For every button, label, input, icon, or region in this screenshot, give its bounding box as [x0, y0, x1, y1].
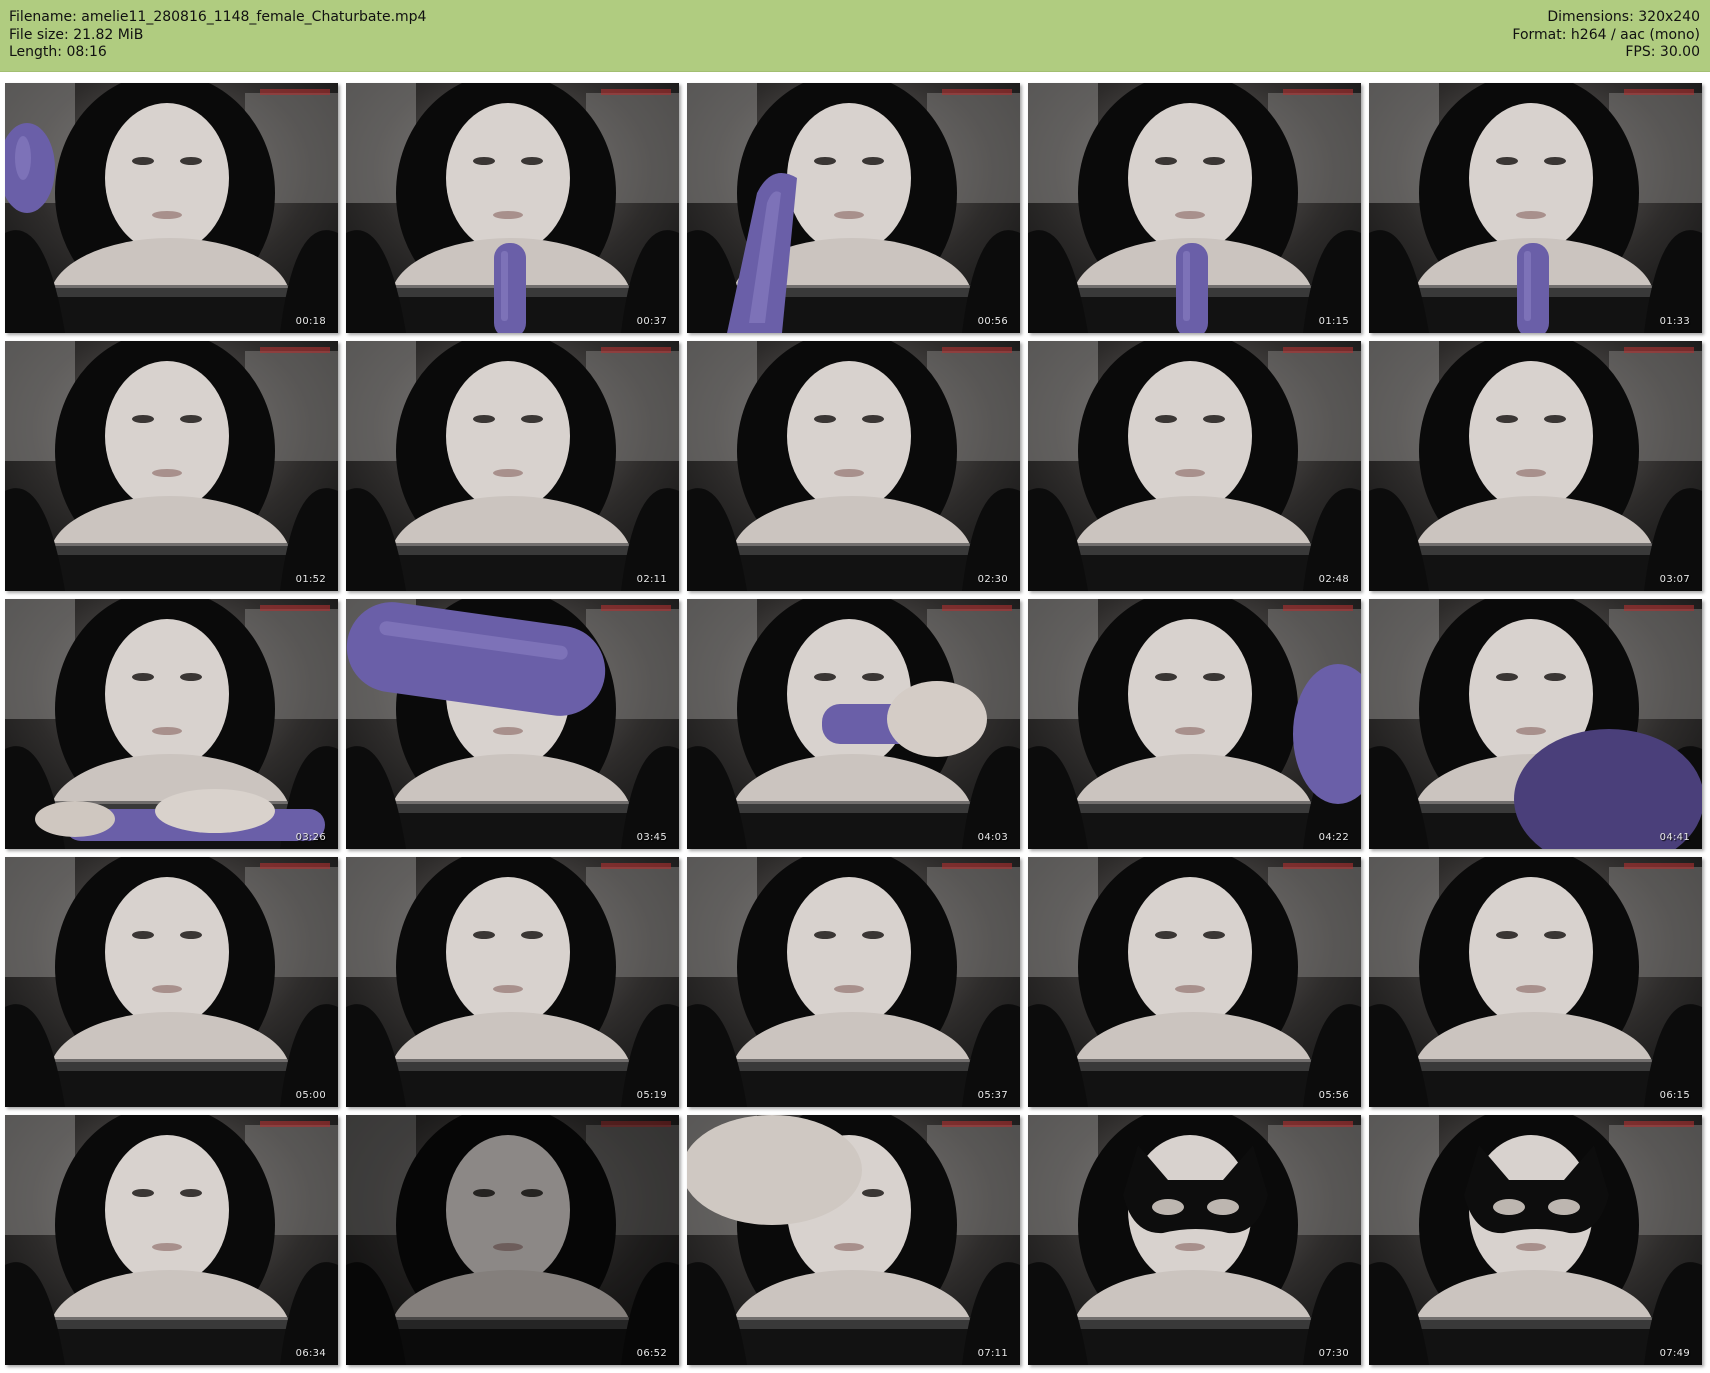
thumbnail-timestamp: 02:30: [977, 574, 1008, 585]
video-thumbnail: 05:56: [1028, 857, 1361, 1107]
thumbnail-frame-image: [1369, 341, 1702, 591]
video-thumbnail: 04:41: [1369, 599, 1702, 849]
thumbnail-frame-image: [346, 599, 679, 849]
video-thumbnail: 00:18: [5, 83, 338, 333]
thumbnail-frame-image: [1028, 1115, 1361, 1365]
thumbnail-timestamp: 03:07: [1659, 574, 1690, 585]
thumbnail-frame-image: [5, 83, 338, 333]
thumbnail-frame-image: [1369, 1115, 1702, 1365]
thumbnail-frame-image: [687, 599, 1020, 849]
video-thumbnail: 05:37: [687, 857, 1020, 1107]
thumbnail-timestamp: 07:30: [1318, 1348, 1349, 1359]
video-thumbnail: 07:11: [687, 1115, 1020, 1365]
video-thumbnail: 06:34: [5, 1115, 338, 1365]
thumbnail-frame-image: [5, 1115, 338, 1365]
video-thumbnail: 00:37: [346, 83, 679, 333]
thumbnail-timestamp: 06:52: [636, 1348, 667, 1359]
thumbnail-timestamp: 05:37: [977, 1090, 1008, 1101]
thumbnail-frame-image: [1369, 83, 1702, 333]
thumbnail-frame-image: [1028, 341, 1361, 591]
thumbnail-timestamp: 00:37: [636, 316, 667, 327]
thumbnail-timestamp: 05:00: [295, 1090, 326, 1101]
thumbnail-frame-image: [5, 857, 338, 1107]
video-thumbnail: 01:15: [1028, 83, 1361, 333]
thumbnail-timestamp: 04:03: [977, 832, 1008, 843]
video-thumbnail: 04:03: [687, 599, 1020, 849]
thumbnail-timestamp: 06:15: [1659, 1090, 1690, 1101]
thumbnail-timestamp: 00:56: [977, 316, 1008, 327]
thumbnail-timestamp: 04:41: [1659, 832, 1690, 843]
thumbnail-frame-image: [1369, 857, 1702, 1107]
video-thumbnail: 02:11: [346, 341, 679, 591]
video-thumbnail: 05:00: [5, 857, 338, 1107]
video-thumbnail: 07:49: [1369, 1115, 1702, 1365]
thumbnail-timestamp: 07:11: [977, 1348, 1008, 1359]
thumbnail-timestamp: 02:11: [636, 574, 667, 585]
video-thumbnail: 01:33: [1369, 83, 1702, 333]
thumbnail-frame-image: [687, 83, 1020, 333]
thumbnail-timestamp: 05:19: [636, 1090, 667, 1101]
thumbnail-frame-image: [1028, 857, 1361, 1107]
thumbnail-frame-image: [1369, 599, 1702, 849]
thumbnail-frame-image: [5, 599, 338, 849]
video-thumbnail: 06:52: [346, 1115, 679, 1365]
thumbnail-frame-image: [687, 341, 1020, 591]
video-thumbnail: 06:15: [1369, 857, 1702, 1107]
video-thumbnail: 07:30: [1028, 1115, 1361, 1365]
thumbnail-frame-image: [687, 1115, 1020, 1365]
video-thumbnail: 04:22: [1028, 599, 1361, 849]
thumbnail-frame-image: [1028, 599, 1361, 849]
video-thumbnail: 02:48: [1028, 341, 1361, 591]
thumbnail-timestamp: 05:56: [1318, 1090, 1349, 1101]
video-thumbnail: 01:52: [5, 341, 338, 591]
thumbnail-grid: 00:18 00:37 00:56 01:15 01:33 01:52 02:11 02:30…: [0, 0, 1710, 1373]
video-thumbnail: 03:45: [346, 599, 679, 849]
thumbnail-timestamp: 03:45: [636, 832, 667, 843]
thumbnail-frame-image: [5, 341, 338, 591]
thumbnail-frame-image: [687, 857, 1020, 1107]
thumbnail-frame-image: [1028, 83, 1361, 333]
thumbnail-frame-image: [346, 1115, 679, 1365]
thumbnail-timestamp: 01:52: [295, 574, 326, 585]
thumbnail-frame-image: [346, 857, 679, 1107]
thumbnail-timestamp: 00:18: [295, 316, 326, 327]
thumbnail-timestamp: 07:49: [1659, 1348, 1690, 1359]
video-thumbnail: 05:19: [346, 857, 679, 1107]
video-thumbnail: 00:56: [687, 83, 1020, 333]
thumbnail-timestamp: 01:15: [1318, 316, 1349, 327]
thumbnail-frame-image: [346, 341, 679, 591]
thumbnail-frame-image: [346, 83, 679, 333]
thumbnail-timestamp: 03:26: [295, 832, 326, 843]
video-thumbnail: 02:30: [687, 341, 1020, 591]
video-thumbnail: 03:07: [1369, 341, 1702, 591]
thumbnail-timestamp: 06:34: [295, 1348, 326, 1359]
thumbnail-timestamp: 02:48: [1318, 574, 1349, 585]
thumbnail-timestamp: 04:22: [1318, 832, 1349, 843]
video-thumbnail: 03:26: [5, 599, 338, 849]
thumbnail-timestamp: 01:33: [1659, 316, 1690, 327]
